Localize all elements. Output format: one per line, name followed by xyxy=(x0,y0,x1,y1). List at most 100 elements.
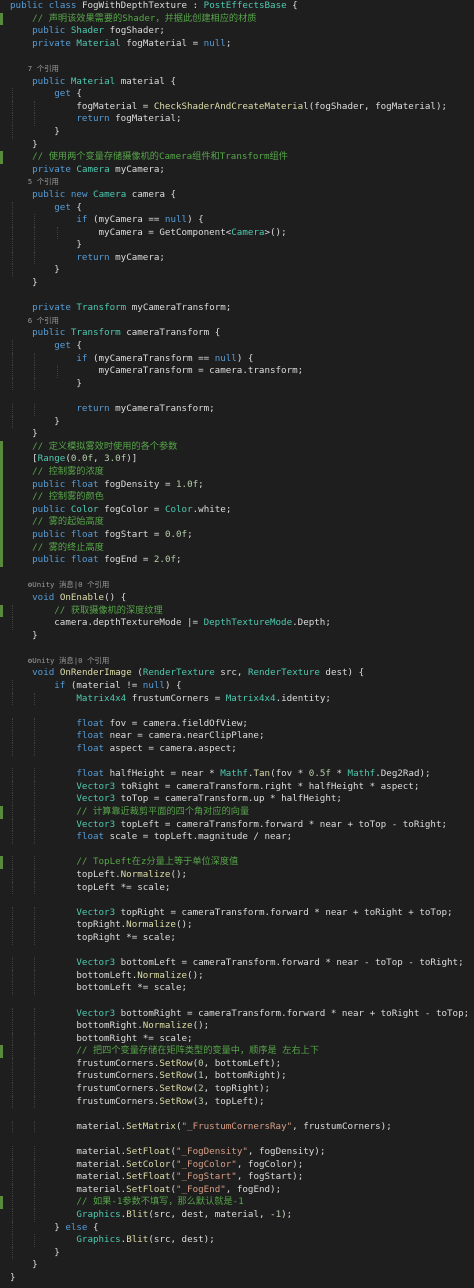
gutter xyxy=(0,718,3,731)
gutter xyxy=(0,592,3,605)
code-line: float scale = topLeft.magnitude / near; xyxy=(0,831,474,844)
line-text: return fogMaterial; xyxy=(76,113,182,125)
gutter xyxy=(0,781,3,794)
codelens-reference[interactable]: ⚙Unity 消息|0 个引用 xyxy=(0,655,474,668)
gutter xyxy=(0,844,3,857)
code-line: if (myCamera == null) { xyxy=(0,214,474,227)
code-comment-line: // 声明该效果需要的Shader，并据此创建相应的材质 xyxy=(0,12,474,26)
line-text: Graphics.Blit(src, dest); xyxy=(76,1234,215,1246)
code-line: float near = camera.nearClipPlane; xyxy=(0,730,474,744)
code-line xyxy=(0,1133,474,1146)
gutter xyxy=(0,1070,3,1083)
line-text: get { xyxy=(54,201,82,213)
code-line: bottomLeft.Normalize(); xyxy=(0,969,474,983)
code-line: public Transform cameraTransform { xyxy=(0,327,474,340)
line-text: 5 个引用 xyxy=(10,177,59,187)
code-line: Vector3 topLeft = cameraTransform.forwar… xyxy=(0,818,474,832)
gutter xyxy=(0,202,3,215)
line-text: if (myCamera == null) { xyxy=(76,214,204,226)
code-line: bottomLeft *= scale; xyxy=(0,982,474,995)
code-line: if (material != null) { xyxy=(0,680,474,693)
code-line: } else { xyxy=(0,1221,474,1235)
gutter xyxy=(0,340,3,353)
code-line: material.SetFloat("_FogDensity", fogDens… xyxy=(0,1146,474,1159)
gutter xyxy=(0,264,3,277)
gutter xyxy=(0,1184,3,1197)
code-line: get { xyxy=(0,201,474,215)
line-text: public Shader fogShader; xyxy=(32,25,165,37)
line-text: get { xyxy=(54,88,82,100)
change-marker xyxy=(0,516,3,529)
gutter xyxy=(0,705,3,718)
code-comment-line: // 把四个变量存储在矩阵类型的变量中，顺序是 左右上下 xyxy=(0,1045,474,1058)
code-editor[interactable]: public class FogWithDepthTexture : PostE… xyxy=(0,0,474,1288)
code-line: } xyxy=(0,239,474,252)
code-line: return myCameraTransform; xyxy=(0,403,474,416)
gutter xyxy=(0,38,3,51)
code-comment-line: // 控制雾的颜色 xyxy=(0,491,474,504)
code-line: return fogMaterial; xyxy=(0,113,474,126)
gutter xyxy=(0,25,3,38)
gutter xyxy=(0,655,3,668)
gutter xyxy=(0,403,3,416)
gutter xyxy=(0,894,3,907)
gutter xyxy=(0,756,3,769)
gutter xyxy=(0,970,3,983)
line-text: float scale = topLeft.magnitude / near; xyxy=(76,831,293,843)
line-text: public Color fogColor = Color.white; xyxy=(32,503,232,515)
line-text: // 雾的终止高度 xyxy=(10,541,104,553)
code-line: } xyxy=(0,1272,474,1285)
code-line: float aspect = camera.aspect; xyxy=(0,743,474,756)
gutter xyxy=(0,1083,3,1096)
line-text: } xyxy=(10,239,82,251)
code-line xyxy=(0,995,474,1008)
gutter xyxy=(0,227,3,240)
line-text: } xyxy=(10,629,38,641)
codelens-reference[interactable]: 6 个引用 xyxy=(0,315,474,328)
line-text: } xyxy=(10,377,82,389)
code-line: float fov = camera.fieldOfView; xyxy=(0,717,474,731)
gutter xyxy=(0,1222,3,1235)
gutter xyxy=(0,315,3,328)
change-marker xyxy=(0,1196,3,1209)
line-text: 6 个引用 xyxy=(10,315,59,325)
code-line: Vector3 toTop = cameraTransform.up * hal… xyxy=(0,793,474,806)
codelens-reference[interactable]: 7 个引用 xyxy=(0,63,474,76)
line-text: ⚙Unity 消息|0 个引用 xyxy=(10,655,110,665)
line-text: // 使用两个变量存储摄像机的Camera组件和Transform组件 xyxy=(10,151,288,163)
code-line: public Shader fogShader; xyxy=(0,25,474,38)
change-marker xyxy=(0,1045,3,1058)
gutter xyxy=(0,630,3,643)
gutter xyxy=(0,353,3,366)
code-line: } xyxy=(0,377,474,391)
change-marker xyxy=(0,528,3,542)
gutter xyxy=(0,1247,3,1260)
line-text: Vector3 topLeft = cameraTransform.forwar… xyxy=(76,818,448,830)
code-line: myCameraTransform = camera.transform; xyxy=(0,365,474,378)
code-line: topRight *= scale; xyxy=(0,931,474,945)
line-text: topRight *= scale; xyxy=(10,931,176,943)
gutter xyxy=(0,0,3,13)
gutter xyxy=(0,579,3,592)
code-line: topLeft.Normalize(); xyxy=(0,868,474,882)
gutter xyxy=(0,1159,3,1172)
gutter xyxy=(0,189,3,202)
code-line: } xyxy=(0,277,474,290)
change-marker xyxy=(0,604,3,618)
line-text: } xyxy=(10,138,38,150)
change-marker xyxy=(0,503,3,517)
codelens-reference[interactable]: ⚙Unity 消息|0 个引用 xyxy=(0,579,474,592)
gutter xyxy=(0,1272,3,1285)
change-marker xyxy=(0,12,3,26)
code-line: Matrix4x4 frustumCorners = Matrix4x4.ide… xyxy=(0,692,474,706)
line-text: myCameraTransform = camera.transform; xyxy=(10,365,304,377)
code-line: } xyxy=(0,264,474,278)
code-line: public class FogWithDepthTexture : PostE… xyxy=(0,0,474,13)
gutter xyxy=(0,290,3,303)
line-text: void OnRenderImage (RenderTexture src, R… xyxy=(32,667,365,679)
line-text: // 获取摄像机的深度纹理 xyxy=(10,604,163,616)
gutter xyxy=(0,642,3,655)
code-line: material.SetFloat("_FogEnd", fogEnd); xyxy=(0,1183,474,1197)
code-line: [Range(0.0f, 3.0f)] xyxy=(0,453,474,466)
codelens-reference[interactable]: 5 个引用 xyxy=(0,176,474,189)
